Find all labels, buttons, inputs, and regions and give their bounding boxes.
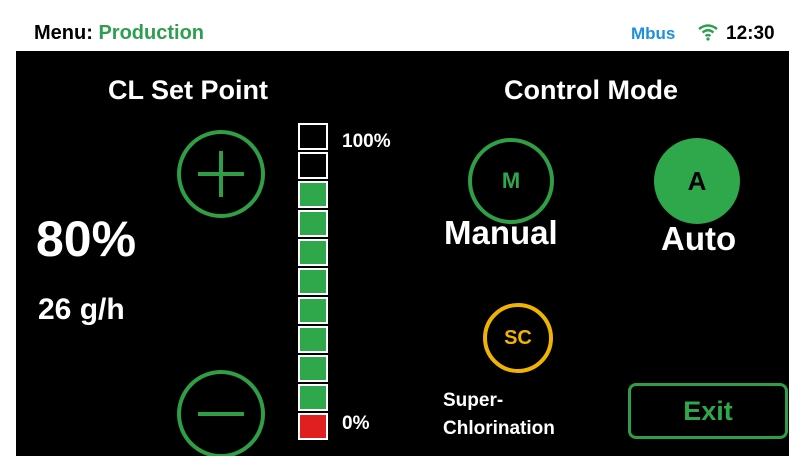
auto-label: Auto xyxy=(661,220,737,257)
superchlorination-label: Super- Chlorination xyxy=(443,387,555,443)
increase-button[interactable] xyxy=(177,130,265,218)
level-segment xyxy=(298,326,328,353)
level-segment xyxy=(298,239,328,266)
level-segment xyxy=(298,123,328,150)
setpoint-heading: CL Set Point xyxy=(108,75,269,105)
setpoint-level-bar[interactable] xyxy=(298,123,328,442)
level-segment xyxy=(298,152,328,179)
setpoint-percent: 80% xyxy=(36,211,137,267)
level-segment xyxy=(298,268,328,295)
superchlorination-label-line2: Chlorination xyxy=(443,418,555,439)
menu-breadcrumb: Menu: Production xyxy=(34,22,204,45)
exit-button[interactable]: Exit xyxy=(628,383,788,439)
level-segment xyxy=(298,210,328,237)
level-segment xyxy=(298,297,328,324)
level-segment xyxy=(298,181,328,208)
decrease-button[interactable] xyxy=(177,370,265,456)
clock: 12:30 xyxy=(726,23,775,44)
level-max-label: 100% xyxy=(342,131,391,152)
status-bar: Menu: Production Mbus 12:30 xyxy=(16,15,789,51)
menu-label: Menu: xyxy=(34,22,93,44)
level-segment xyxy=(298,413,328,440)
hmi-screen: Menu: Production Mbus 12:30 CL Set Point… xyxy=(16,15,789,456)
level-segment xyxy=(298,355,328,382)
setpoint-rate: 26 g/h xyxy=(38,293,125,326)
manual-mode-button[interactable]: M xyxy=(468,138,554,224)
level-segment xyxy=(298,384,328,411)
superchlorination-label-line1: Super- xyxy=(443,390,504,411)
menu-value: Production xyxy=(98,22,204,44)
level-min-label: 0% xyxy=(342,413,370,434)
auto-mode-button[interactable]: A xyxy=(654,138,740,224)
manual-label: Manual xyxy=(444,214,558,251)
wifi-icon xyxy=(698,24,718,41)
control-mode-heading: Control Mode xyxy=(504,75,678,105)
bus-indicator: Mbus xyxy=(631,24,676,43)
superchlorination-button[interactable]: SC xyxy=(483,303,553,373)
